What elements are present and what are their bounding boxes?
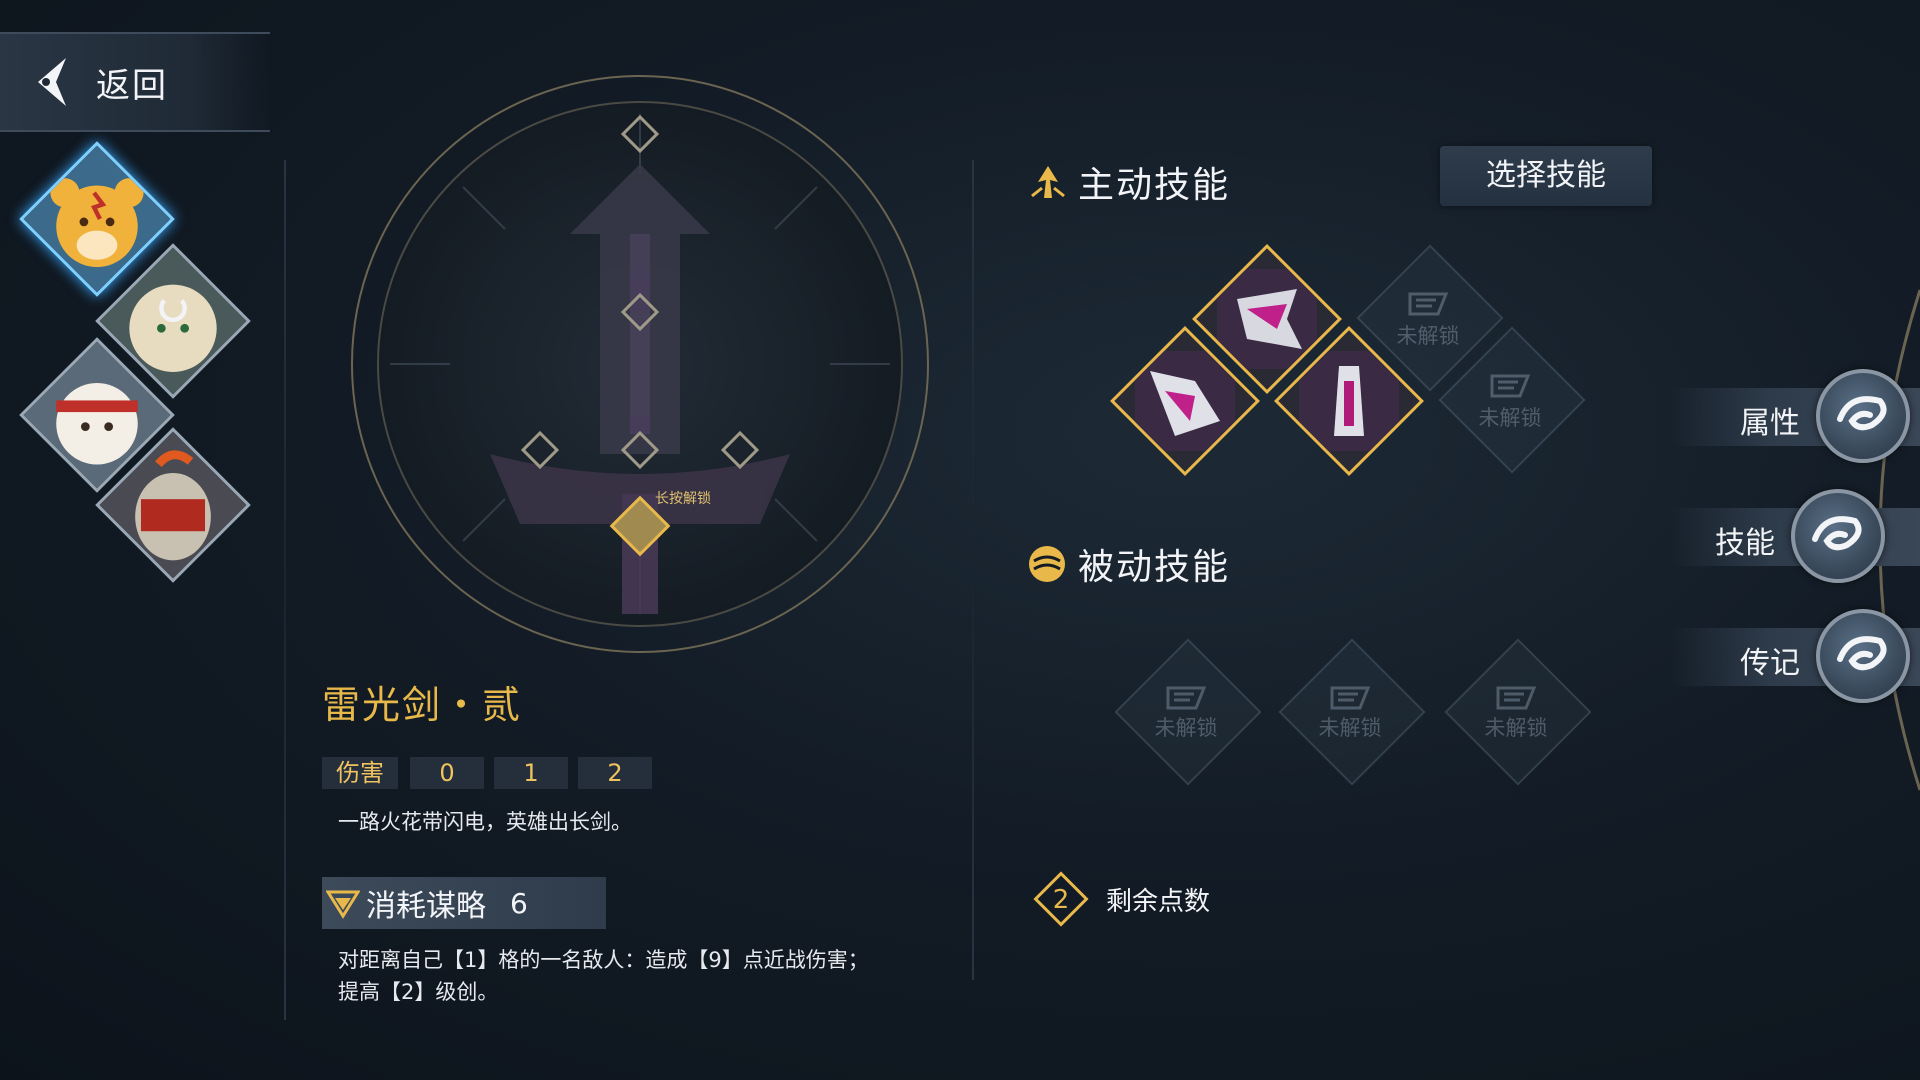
- points-diamond-icon: 2: [1033, 871, 1089, 927]
- tab-attributes[interactable]: 属性: [1670, 369, 1920, 463]
- skill-name: 雷光剑・贰: [322, 683, 523, 727]
- skill-effect-text: 对距离自己【1】格的一名敌人：造成【9】点近战伤害； 提高【2】级创。: [338, 944, 869, 1008]
- back-arrow-icon: [38, 58, 66, 106]
- hold-to-unlock-hint: 长按解锁: [655, 491, 711, 507]
- skill-effect-line-1: 对距离自己【1】格的一名敌人：造成【9】点近战伤害；: [338, 948, 869, 972]
- blade-skill-icon: [1299, 351, 1399, 451]
- passive-skills-title: 被动技能: [1078, 547, 1231, 588]
- active-skill-icon: [1031, 166, 1065, 198]
- back-button[interactable]: 返回: [0, 32, 270, 132]
- skill-tree-dial: [351, 75, 929, 653]
- active-skills-header: 主动技能: [1028, 156, 1230, 208]
- points-value: 2: [1053, 885, 1070, 915]
- claw-skill-icon: [1217, 269, 1317, 369]
- strategy-cost-label: 消耗谋略: [366, 889, 486, 924]
- locked-label: 未解锁: [1318, 716, 1382, 740]
- tab-biography-label: 传记: [1740, 646, 1800, 681]
- strategy-cost-panel: 消耗谋略 6: [322, 877, 606, 929]
- back-label: 返回: [96, 65, 168, 106]
- swirl-emblem-icon: [1816, 609, 1910, 703]
- locked-label: 未解锁: [1154, 716, 1218, 740]
- skill-effect-line-2: 提高【2】级创。: [338, 980, 499, 1004]
- tab-attributes-label: 属性: [1740, 406, 1800, 441]
- remaining-points: 2 剩余点数: [1030, 868, 1210, 930]
- lock-icon: [1490, 374, 1530, 398]
- strategy-cost-value: 6: [510, 886, 528, 920]
- tab-skills-label: 技能: [1715, 526, 1775, 561]
- lock-icon: [1330, 686, 1370, 710]
- points-label: 剩余点数: [1106, 886, 1211, 917]
- lock-icon: [1166, 686, 1206, 710]
- tab-skills[interactable]: 技能: [1670, 489, 1920, 583]
- damage-level-0: 0: [410, 757, 484, 789]
- skill-description: 一路火花带闪电，英雄出长剑。: [338, 810, 632, 834]
- center-divider: [972, 160, 974, 980]
- damage-level-2: 2: [578, 757, 652, 789]
- active-skills-title: 主动技能: [1078, 165, 1231, 206]
- left-divider: [284, 160, 286, 1020]
- slash-skill-icon: [1135, 351, 1235, 451]
- locked-label: 未解锁: [1396, 324, 1460, 348]
- locked-label: 未解锁: [1484, 716, 1548, 740]
- swirl-emblem-icon: [1791, 489, 1885, 583]
- damage-level-1: 1: [494, 757, 568, 789]
- passive-skill-icon: [1029, 546, 1065, 582]
- passive-skills-header: 被动技能: [1026, 538, 1230, 590]
- lock-icon: [1496, 686, 1536, 710]
- strategy-icon: [326, 890, 360, 919]
- damage-stat-label: 伤害: [322, 757, 398, 789]
- select-skill-button[interactable]: 选择技能: [1440, 146, 1652, 206]
- locked-label: 未解锁: [1478, 406, 1542, 430]
- lock-icon: [1408, 292, 1448, 316]
- swirl-emblem-icon: [1816, 369, 1910, 463]
- tab-biography[interactable]: 传记: [1670, 609, 1920, 703]
